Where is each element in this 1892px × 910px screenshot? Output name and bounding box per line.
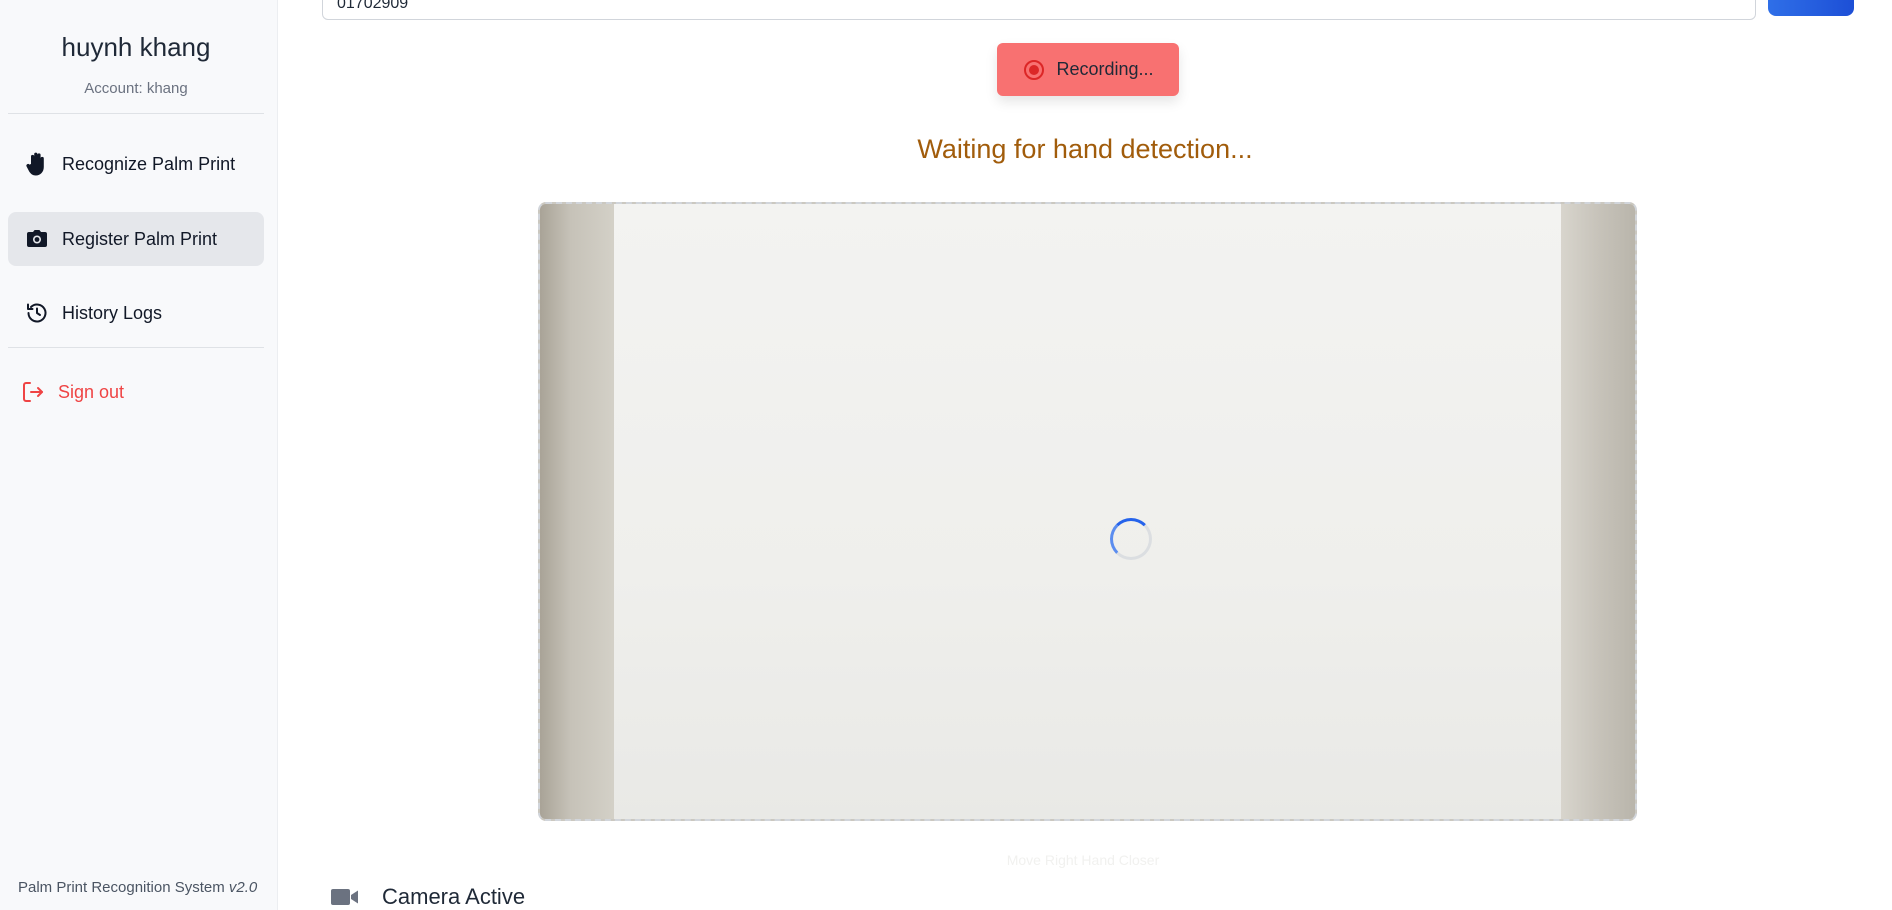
camera-status-label: Camera Active xyxy=(382,884,526,909)
logout-icon xyxy=(18,377,48,407)
user-id-input[interactable] xyxy=(322,0,1756,20)
camera-feed xyxy=(538,202,1637,821)
loading-spinner-icon xyxy=(1110,518,1152,560)
record-icon xyxy=(1022,58,1046,82)
signout-label: Sign out xyxy=(58,381,125,402)
main-content: Recording... Waiting for hand detection.… xyxy=(278,0,1892,910)
sidebar-item-label: History Logs xyxy=(62,302,163,323)
camera-hint: Move Right Hand Closer xyxy=(1006,852,1160,868)
footer-app-name: Palm Print Recognition System xyxy=(18,879,225,896)
recording-badge: Recording... xyxy=(997,43,1179,96)
history-icon xyxy=(22,298,52,328)
user-account: Account: khang xyxy=(84,80,188,97)
sidebar-item-register[interactable]: Register Palm Print xyxy=(8,212,264,266)
camera-status: Camera Active xyxy=(330,884,525,910)
app-footer: Palm Print Recognition System v2.0 xyxy=(18,879,257,896)
sidebar-item-history[interactable]: History Logs xyxy=(8,286,264,340)
submit-button[interactable] xyxy=(1768,0,1854,16)
sidebar-item-recognize[interactable]: Recognize Palm Print xyxy=(8,137,264,191)
user-name: huynh khang xyxy=(61,32,211,62)
camera-feed-right-edge xyxy=(1561,204,1635,819)
camera-guide-area xyxy=(614,204,1565,819)
sidebar-item-label: Register Palm Print xyxy=(62,228,218,249)
footer-version: v2.0 xyxy=(228,879,258,896)
hand-icon xyxy=(22,149,52,179)
sidebar-divider-bottom xyxy=(8,347,264,348)
video-camera-icon xyxy=(330,886,360,908)
camera-icon xyxy=(22,224,52,254)
signout-button[interactable]: Sign out xyxy=(4,365,260,419)
app-root: huynh khang Account: khang Recognize Pal… xyxy=(0,0,1892,910)
sidebar-divider-top xyxy=(8,113,264,114)
camera-feed-left-edge xyxy=(540,204,616,819)
detection-status: Waiting for hand detection... xyxy=(917,134,1253,164)
sidebar: huynh khang Account: khang Recognize Pal… xyxy=(0,0,278,910)
sidebar-item-label: Recognize Palm Print xyxy=(62,153,236,174)
recording-label: Recording... xyxy=(1056,59,1154,79)
